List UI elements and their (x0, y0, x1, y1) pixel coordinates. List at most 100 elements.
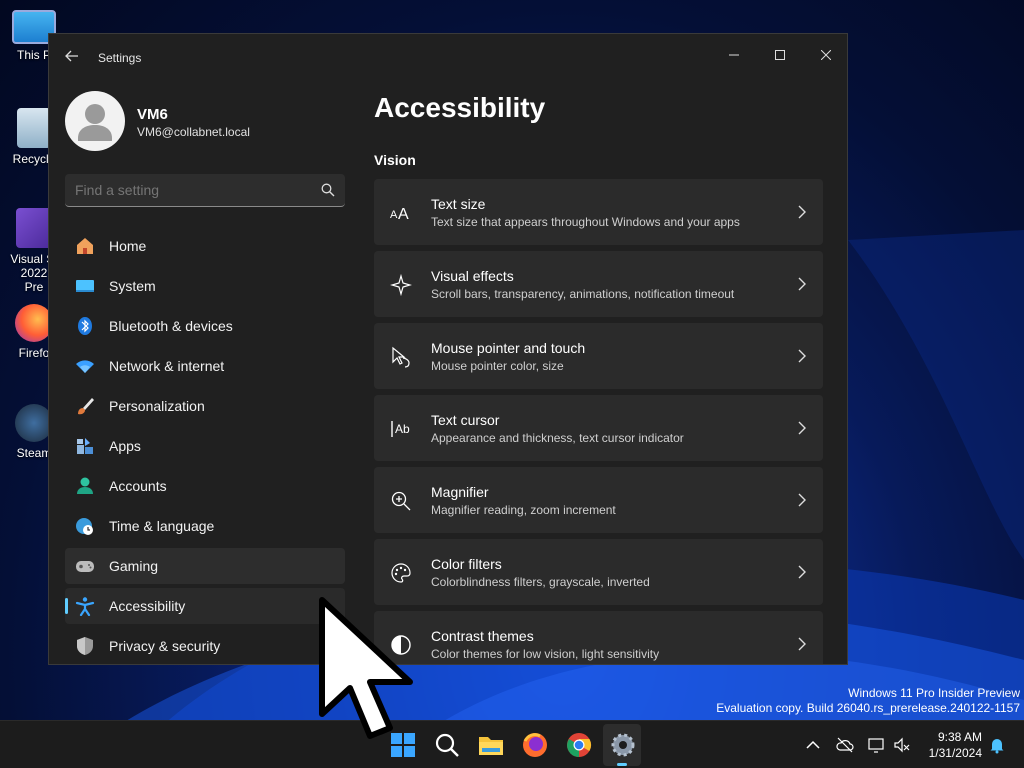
svg-text:A: A (390, 209, 398, 221)
title-bar: Settings (49, 34, 847, 82)
card-contrast-themes[interactable]: Contrast themes Color themes for low vis… (374, 611, 823, 664)
sidebar-item-label: Apps (109, 438, 141, 454)
taskbar-clock[interactable]: 9:38 AM 1/31/2024 (920, 729, 982, 761)
home-icon (77, 238, 93, 254)
sidebar-item-label: Accounts (109, 478, 167, 494)
volume-muted-icon[interactable] (893, 736, 911, 754)
chevron-right-icon (798, 565, 806, 579)
cloud-offline-icon[interactable] (836, 736, 854, 754)
card-description: Magnifier reading, zoom increment (431, 503, 616, 517)
chevron-right-icon (798, 637, 806, 651)
avatar[interactable] (65, 91, 125, 151)
search-box[interactable] (65, 174, 345, 207)
card-magnifier[interactable]: Magnifier Magnifier reading, zoom increm… (374, 467, 823, 533)
watermark-line-1: Windows 11 Pro Insider Preview (848, 686, 1020, 700)
file-explorer-icon[interactable] (477, 731, 505, 759)
sidebar-item-network[interactable]: Network & internet (65, 348, 345, 384)
card-description: Color themes for low vision, light sensi… (431, 647, 660, 661)
search-icon (321, 183, 335, 197)
sidebar-item-personalization[interactable]: Personalization (65, 388, 345, 424)
card-text-size[interactable]: AA Text size Text size that appears thro… (374, 179, 823, 245)
accounts-icon (77, 477, 93, 494)
card-title: Text size (431, 196, 486, 212)
firefox-icon[interactable] (521, 731, 549, 759)
card-title: Mouse pointer and touch (431, 340, 586, 356)
bluetooth-icon (78, 317, 92, 335)
sidebar-item-accounts[interactable]: Accounts (65, 468, 345, 504)
close-icon (820, 49, 832, 61)
maximize-icon (775, 50, 785, 60)
chrome-icon[interactable] (565, 731, 593, 759)
user-icon (78, 104, 112, 141)
settings-list: AA Text size Text size that appears thro… (374, 179, 823, 664)
card-text-cursor[interactable]: Ab Text cursor Appearance and thickness,… (374, 395, 823, 461)
card-description: Text size that appears throughout Window… (431, 215, 740, 229)
gamepad-icon (76, 561, 94, 572)
page-title: Accessibility (374, 92, 546, 123)
sidebar-item-apps[interactable]: Apps (65, 428, 345, 464)
brush-icon (78, 398, 94, 415)
sidebar-item-gaming[interactable]: Gaming (65, 548, 345, 584)
card-description: Colorblindness filters, grayscale, inver… (431, 575, 650, 589)
section-title: Vision (374, 152, 416, 168)
settings-window: Settings VM6 VM6@collabnet.local Home Sy (48, 33, 848, 665)
sidebar-item-bluetooth[interactable]: Bluetooth & devices (65, 308, 345, 344)
window-title: Settings (98, 51, 142, 65)
evaluation-watermark: Windows 11 Pro Insider Preview Evaluatio… (716, 686, 1020, 716)
sidebar-item-label: Accessibility (109, 598, 186, 614)
sidebar-item-label: Network & internet (109, 358, 225, 374)
card-mouse-pointer-touch[interactable]: Mouse pointer and touch Mouse pointer co… (374, 323, 823, 389)
settings-gear-icon[interactable] (609, 731, 637, 759)
card-title: Contrast themes (431, 628, 534, 644)
sidebar-item-accessibility[interactable]: Accessibility (65, 588, 345, 624)
card-visual-effects[interactable]: Visual effects Scroll bars, transparency… (374, 251, 823, 317)
chevron-right-icon (798, 421, 806, 435)
card-description: Scroll bars, transparency, animations, n… (431, 287, 735, 301)
globe-clock-icon (76, 518, 93, 535)
search-icon[interactable] (433, 731, 461, 759)
sidebar-item-label: Privacy & security (109, 638, 221, 654)
minimize-button[interactable] (711, 40, 757, 70)
shield-icon (77, 637, 93, 655)
wifi-icon (76, 360, 94, 373)
notification-bell-icon[interactable] (988, 736, 1006, 754)
desktop-icon-label: Steam (16, 446, 52, 460)
card-title: Magnifier (431, 484, 489, 500)
card-title: Text cursor (431, 412, 500, 428)
text-size-icon: AA (390, 206, 409, 223)
close-button[interactable] (803, 40, 847, 70)
sidebar-item-time-language[interactable]: Time & language (65, 508, 345, 544)
text-cursor-icon: Ab (391, 421, 410, 437)
pointer-touch-icon (392, 346, 410, 368)
minimize-icon (729, 54, 739, 56)
chevron-right-icon (798, 493, 806, 507)
sidebar-item-system[interactable]: System (65, 268, 345, 304)
chevron-right-icon (798, 205, 806, 219)
sidebar-item-privacy-security[interactable]: Privacy & security (65, 628, 345, 664)
chevron-up-icon[interactable] (804, 736, 822, 754)
maximize-button[interactable] (757, 40, 803, 70)
sidebar-item-label: Gaming (109, 558, 159, 574)
back-button[interactable] (61, 48, 83, 68)
card-description: Mouse pointer color, size (431, 359, 564, 373)
sidebar-item-home[interactable]: Home (65, 228, 345, 264)
svg-text:Ab: Ab (395, 422, 410, 436)
search-input[interactable] (75, 182, 305, 198)
network-monitor-icon[interactable] (868, 736, 886, 754)
selected-indicator (65, 598, 68, 614)
desktop-icon-label: This P (16, 48, 51, 62)
svg-text:A: A (398, 206, 409, 223)
sidebar-nav: Home System Bluetooth & devices Network … (65, 228, 345, 664)
clock-time: 9:38 AM (937, 730, 982, 744)
taskbar: 9:38 AM 1/31/2024 (0, 720, 1024, 768)
mouse-cursor-icon (319, 597, 413, 739)
sidebar-item-label: Time & language (109, 518, 215, 534)
sidebar-item-label: Personalization (109, 398, 205, 414)
watermark-line-2: Evaluation copy. Build 26040.rs_prerelea… (716, 701, 1020, 715)
card-color-filters[interactable]: Color filters Colorblindness filters, gr… (374, 539, 823, 605)
magnifier-icon (391, 491, 411, 511)
chevron-right-icon (798, 349, 806, 363)
recycle-bin-icon (17, 108, 51, 148)
sidebar-item-label: System (109, 278, 156, 294)
clock-date: 1/31/2024 (928, 746, 982, 760)
